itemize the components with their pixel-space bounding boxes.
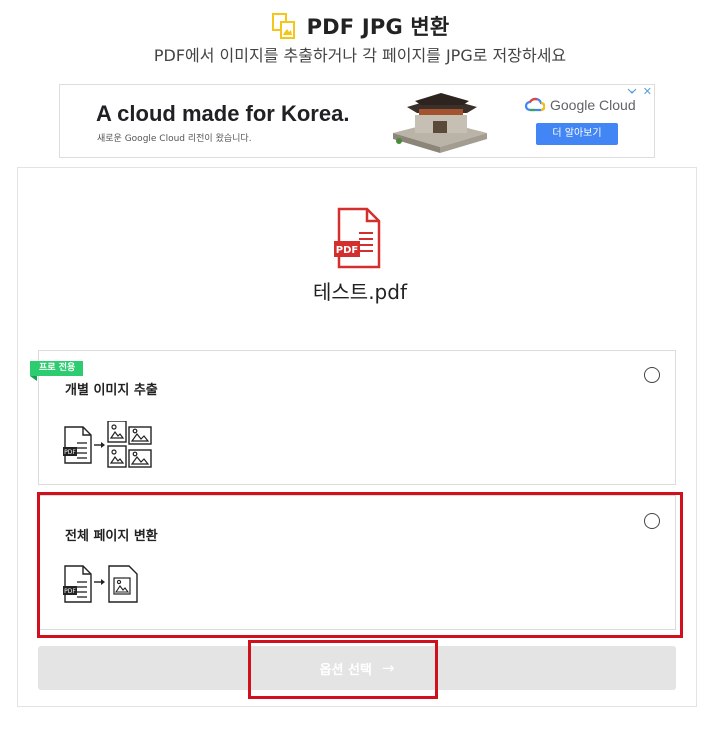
svg-text:PDF: PDF <box>64 449 76 456</box>
option-label: 개별 이미지 추출 <box>65 383 158 398</box>
ad-close-button[interactable]: ✕ <box>643 85 652 98</box>
file-name: 테스트.pdf <box>313 280 407 304</box>
option-radio[interactable] <box>644 513 660 529</box>
pdf-to-multiple-images-icon: PDF <box>63 421 152 468</box>
ad-brand: Google Cloud <box>525 97 636 113</box>
arrow-right-icon: → <box>381 659 395 677</box>
page-title: PDF JPG 변환 <box>306 15 450 39</box>
page-title-row: PDF JPG 변환 <box>0 11 720 41</box>
ad-brand-label: Google Cloud <box>550 97 636 113</box>
select-option-label: 옵션 선택 <box>319 662 372 678</box>
pdf-to-single-image-icon: PDF <box>63 565 138 603</box>
ad-image-gate <box>393 93 487 153</box>
ad-subtext: 새로운 Google Cloud 리전이 왔습니다. <box>97 134 252 144</box>
option-convert-pages[interactable]: 전체 페이지 변환 PDF <box>38 495 676 630</box>
info-icon[interactable] <box>626 86 638 98</box>
select-option-button[interactable]: 옵션 선택 → <box>38 646 676 690</box>
pdf-badge-label: PDF <box>336 245 358 256</box>
ad-headline[interactable]: A cloud made for Korea. <box>96 101 349 127</box>
option-radio[interactable] <box>644 367 660 383</box>
pdf-jpg-convert-icon <box>271 13 295 39</box>
pro-badge-fold <box>30 376 37 381</box>
option-extract-images[interactable]: 개별 이미지 추출 PDF <box>38 350 676 485</box>
svg-text:PDF: PDF <box>64 588 76 595</box>
pdf-file-icon: PDF <box>334 207 381 269</box>
ad-cta-button[interactable]: 더 알아보기 <box>536 123 618 145</box>
google-cloud-logo-icon <box>525 97 545 112</box>
page-subtitle: PDF에서 이미지를 추출하거나 각 페이지를 JPG로 저장하세요 <box>153 46 567 65</box>
pro-only-badge: 프로 전용 <box>30 361 84 376</box>
ad-banner[interactable]: A cloud made for Korea. 새로운 Google Cloud… <box>59 84 655 158</box>
option-label: 전체 페이지 변환 <box>65 529 158 544</box>
